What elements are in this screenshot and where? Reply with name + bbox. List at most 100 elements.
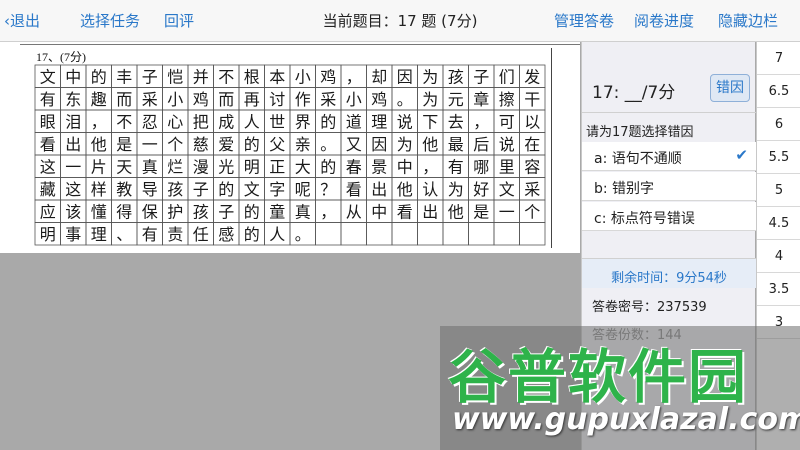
handwritten-char: 根 — [244, 67, 260, 86]
handwritten-char: 春 — [346, 157, 362, 176]
handwritten-char: 因 — [397, 67, 413, 86]
score-option[interactable]: 3.5 — [757, 273, 800, 306]
handwritten-char: 章 — [473, 90, 489, 109]
handwritten-char: 子 — [473, 67, 489, 86]
score-option[interactable]: 4 — [757, 240, 800, 273]
handwritten-char: 一 — [499, 202, 515, 221]
handwritten-char: 事 — [65, 225, 81, 244]
handwritten-char: 小 — [167, 90, 183, 109]
handwritten-char: 的 — [218, 180, 234, 199]
handwritten-char: 有 — [40, 90, 56, 109]
handwritten-char: 不 — [218, 67, 234, 86]
answer-sheet: 17、(7分) 文中的丰子恺并不根本小鸡，却因为孩子们发有东趣而采小鸡而再讨作采… — [0, 42, 580, 253]
handwritten-char: 出 — [65, 135, 81, 154]
handwritten-char: 子 — [218, 202, 234, 221]
handwritten-char: 天 — [116, 157, 132, 176]
hide-sidebar-button[interactable]: 隐藏边栏 — [718, 10, 778, 31]
handwritten-char: 为 — [448, 180, 464, 199]
score-input-label[interactable]: 17: __/7分 — [592, 78, 675, 103]
handwritten-char: 懂 — [91, 202, 107, 221]
score-option[interactable]: 5.5 — [757, 141, 800, 174]
handwritten-char: 小 — [295, 67, 311, 86]
review-button[interactable]: 回评 — [164, 10, 194, 31]
handwritten-char: 责 — [167, 225, 183, 244]
handwritten-char: 明 — [40, 225, 56, 244]
handwritten-char: 出 — [422, 202, 438, 221]
handwritten-char: 烂 — [167, 157, 183, 176]
handwritten-char: 里 — [499, 157, 515, 176]
handwritten-char: 父 — [269, 135, 285, 154]
handwritten-char: 样 — [91, 180, 107, 199]
handwritten-char: 明 — [244, 157, 260, 176]
reason-option-label: a: 语句不通顺 — [594, 151, 682, 167]
handwritten-char: 好 — [473, 180, 489, 199]
handwritten-char: 这 — [40, 157, 56, 176]
handwritten-char: 任 — [193, 225, 209, 244]
handwritten-char: 讨 — [269, 90, 285, 109]
score-option[interactable]: 7 — [757, 42, 800, 75]
handwritten-char: 。 — [295, 225, 311, 244]
error-reason-button[interactable]: 错因 — [710, 74, 750, 102]
score-option[interactable]: 5 — [757, 174, 800, 207]
handwritten-char: 中 — [65, 67, 81, 86]
reason-option-a[interactable]: a: 语句不通顺 ✔ — [582, 142, 756, 171]
manage-answers-button[interactable]: 管理答卷 — [554, 10, 614, 31]
handwritten-char: 们 — [499, 67, 515, 86]
grid-cell — [468, 222, 495, 246]
handwritten-char: 这 — [65, 180, 81, 199]
handwritten-char: 景 — [371, 157, 387, 176]
handwritten-char: 应 — [40, 202, 56, 221]
handwritten-char: 保 — [142, 202, 158, 221]
handwritten-char: 鸡 — [193, 90, 209, 109]
reason-option-c[interactable]: c: 标点符号错误 — [582, 202, 756, 231]
handwritten-char: 说 — [499, 135, 515, 154]
select-task-button[interactable]: 选择任务 — [80, 10, 140, 31]
handwritten-char: 慈 — [193, 135, 209, 154]
handwritten-char: 作 — [295, 90, 311, 109]
handwritten-char: 容 — [524, 157, 540, 176]
essay-grid: 文中的丰子恺并不根本小鸡，却因为孩子们发有东趣而采小鸡而再讨作采小鸡。为元章擦干… — [34, 64, 546, 246]
handwritten-char: 看 — [346, 180, 362, 199]
handwritten-char: ， — [346, 67, 362, 86]
handwritten-char: 干 — [524, 90, 540, 109]
handwritten-char: 护 — [167, 202, 183, 221]
handwritten-char: 的 — [244, 225, 260, 244]
answer-secret-number: 答卷密号：237539 — [592, 300, 707, 315]
score-option[interactable]: 3 — [757, 306, 800, 339]
handwritten-char: 理 — [91, 225, 107, 244]
score-option[interactable]: 4.5 — [757, 207, 800, 240]
handwritten-char: 中 — [371, 202, 387, 221]
exit-button[interactable]: ‹退出 — [4, 10, 40, 31]
handwritten-char: 该 — [65, 202, 81, 221]
reason-option-b[interactable]: b: 错别字 — [582, 172, 756, 201]
handwritten-char: 出 — [371, 180, 387, 199]
handwritten-char: 。 — [320, 135, 336, 154]
handwritten-char: 并 — [193, 67, 209, 86]
handwritten-char: 是 — [473, 202, 489, 221]
handwritten-char: 藏 — [40, 180, 56, 199]
handwritten-char: 孩 — [448, 67, 464, 86]
reason-prompt: 请为17题选择错因 — [582, 112, 756, 140]
handwritten-char: 一 — [65, 157, 81, 176]
handwritten-char: 丰 — [116, 67, 132, 86]
handwritten-char: 的 — [244, 202, 260, 221]
handwritten-char: 本 — [269, 67, 285, 86]
handwritten-char: 童 — [269, 202, 285, 221]
handwritten-char: 在 — [524, 135, 540, 154]
handwritten-char: 一 — [142, 135, 158, 154]
remaining-time: 剩余时间：9分54秒 — [582, 258, 756, 288]
handwritten-char: 采 — [142, 90, 158, 109]
grid-cell — [417, 222, 444, 246]
grading-progress-button[interactable]: 阅卷进度 — [634, 10, 694, 31]
handwritten-char: 采 — [320, 90, 336, 109]
handwritten-char: 孩 — [167, 180, 183, 199]
handwritten-char: 恺 — [167, 67, 183, 86]
grid-cell — [493, 222, 520, 246]
handwritten-char: 有 — [448, 157, 464, 176]
score-option[interactable]: 6 — [757, 108, 800, 141]
score-option[interactable]: 6.5 — [757, 75, 800, 108]
handwritten-char: 后 — [473, 135, 489, 154]
handwritten-char: 哪 — [473, 157, 489, 176]
handwritten-char: 不 — [116, 112, 132, 131]
handwritten-char: ， — [473, 112, 489, 131]
